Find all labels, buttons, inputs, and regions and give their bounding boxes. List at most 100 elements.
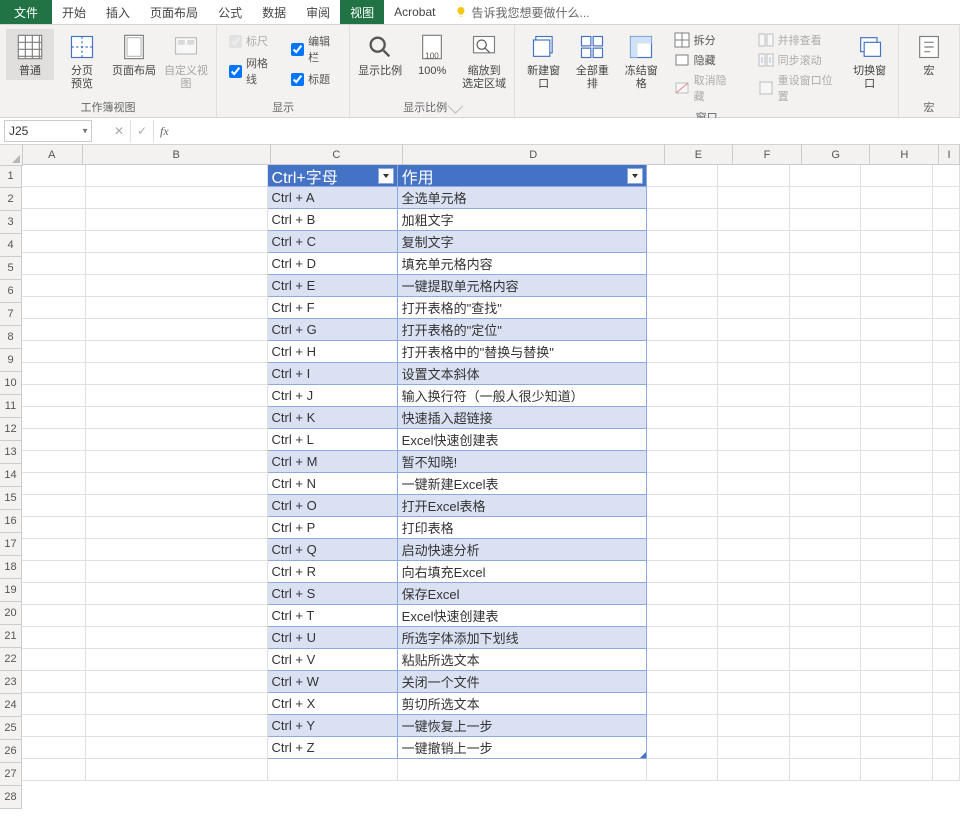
cell-G15[interactable]: [790, 473, 861, 495]
unhide-button[interactable]: 取消隐藏: [672, 71, 735, 105]
new-window-button[interactable]: 新建窗口: [521, 29, 566, 93]
row-header-9[interactable]: 9: [0, 349, 22, 372]
cell-D23[interactable]: 粘贴所选文本: [398, 649, 647, 671]
cell-E27[interactable]: [647, 737, 718, 759]
zoom-selection-button[interactable]: 缩放到 选定区域: [460, 29, 508, 93]
cell-G18[interactable]: [790, 539, 861, 561]
cell-B15[interactable]: [86, 473, 268, 495]
cell-B26[interactable]: [86, 715, 268, 737]
cell-C22[interactable]: Ctrl + U: [268, 627, 398, 649]
cell-A17[interactable]: [22, 517, 86, 539]
cell-H14[interactable]: [861, 451, 932, 473]
cell-I11[interactable]: [933, 385, 960, 407]
cell-H9[interactable]: [861, 341, 932, 363]
cell-H1[interactable]: [861, 165, 932, 187]
cell-A22[interactable]: [22, 627, 86, 649]
cell-I15[interactable]: [933, 473, 960, 495]
cell-F19[interactable]: [718, 561, 789, 583]
cell-I6[interactable]: [933, 275, 960, 297]
row-header-24[interactable]: 24: [0, 694, 22, 717]
row-header-4[interactable]: 4: [0, 234, 22, 257]
cell-I26[interactable]: [933, 715, 960, 737]
cell-B20[interactable]: [86, 583, 268, 605]
cell-G5[interactable]: [790, 253, 861, 275]
cell-C14[interactable]: Ctrl + M: [268, 451, 398, 473]
cell-B4[interactable]: [86, 231, 268, 253]
cell-A4[interactable]: [22, 231, 86, 253]
cell-A21[interactable]: [22, 605, 86, 627]
split-button[interactable]: 拆分: [672, 31, 735, 49]
cell-A6[interactable]: [22, 275, 86, 297]
cell-G25[interactable]: [790, 693, 861, 715]
cell-E3[interactable]: [647, 209, 718, 231]
cell-D20[interactable]: 保存Excel: [398, 583, 647, 605]
cell-A3[interactable]: [22, 209, 86, 231]
view-custom-button[interactable]: 自定义视图: [162, 29, 210, 93]
tab-页面布局[interactable]: 页面布局: [140, 0, 208, 24]
cell-I4[interactable]: [933, 231, 960, 253]
cell-E13[interactable]: [647, 429, 718, 451]
cell-G6[interactable]: [790, 275, 861, 297]
cell-D26[interactable]: 一键恢复上一步: [398, 715, 647, 737]
filter-button[interactable]: [627, 168, 643, 184]
cell-F27[interactable]: [718, 737, 789, 759]
chk-gridlines[interactable]: 网格线: [229, 55, 275, 87]
freeze-panes-button[interactable]: 冻结窗格: [619, 29, 664, 93]
cell-H8[interactable]: [861, 319, 932, 341]
cell-A28[interactable]: [22, 759, 86, 781]
row-header-1[interactable]: 1: [0, 165, 22, 188]
resetpos-button[interactable]: 重设窗口位置: [756, 71, 840, 105]
cell-A12[interactable]: [22, 407, 86, 429]
cell-H7[interactable]: [861, 297, 932, 319]
cell-F23[interactable]: [718, 649, 789, 671]
cell-D17[interactable]: 打印表格: [398, 517, 647, 539]
cell-A19[interactable]: [22, 561, 86, 583]
cell-E18[interactable]: [647, 539, 718, 561]
cell-I21[interactable]: [933, 605, 960, 627]
cell-C18[interactable]: Ctrl + Q: [268, 539, 398, 561]
cell-C16[interactable]: Ctrl + O: [268, 495, 398, 517]
cell-A13[interactable]: [22, 429, 86, 451]
cell-H19[interactable]: [861, 561, 932, 583]
cell-B9[interactable]: [86, 341, 268, 363]
col-header-E[interactable]: E: [665, 145, 734, 165]
cell-I19[interactable]: [933, 561, 960, 583]
row-header-28[interactable]: 28: [0, 786, 22, 809]
cell-F24[interactable]: [718, 671, 789, 693]
cell-C20[interactable]: Ctrl + S: [268, 583, 398, 605]
row-header-20[interactable]: 20: [0, 602, 22, 625]
cell-D2[interactable]: 全选单元格: [398, 187, 647, 209]
cell-F15[interactable]: [718, 473, 789, 495]
cell-C4[interactable]: Ctrl + C: [268, 231, 398, 253]
cell-I1[interactable]: [933, 165, 960, 187]
cell-C2[interactable]: Ctrl + A: [268, 187, 398, 209]
cell-A20[interactable]: [22, 583, 86, 605]
cell-I23[interactable]: [933, 649, 960, 671]
cell-I14[interactable]: [933, 451, 960, 473]
col-header-C[interactable]: C: [271, 145, 403, 165]
cell-F2[interactable]: [718, 187, 789, 209]
confirm-button[interactable]: ✓: [131, 120, 154, 142]
cell-D8[interactable]: 打开表格的"定位": [398, 319, 647, 341]
row-header-11[interactable]: 11: [0, 395, 22, 418]
tell-me[interactable]: 告诉我您想要做什么...: [445, 0, 599, 24]
row-header-3[interactable]: 3: [0, 211, 22, 234]
filter-button[interactable]: [378, 168, 394, 184]
cell-F1[interactable]: [718, 165, 789, 187]
col-header-F[interactable]: F: [733, 145, 802, 165]
cancel-button[interactable]: ✕: [108, 120, 131, 142]
table-resize-handle[interactable]: [640, 752, 646, 758]
arrange-all-button[interactable]: 全部重排: [570, 29, 615, 93]
cell-E5[interactable]: [647, 253, 718, 275]
cell-G23[interactable]: [790, 649, 861, 671]
dialog-launcher-icon[interactable]: [448, 98, 464, 114]
cell-D24[interactable]: 关闭一个文件: [398, 671, 647, 693]
row-header-25[interactable]: 25: [0, 717, 22, 740]
cell-H25[interactable]: [861, 693, 932, 715]
cell-C12[interactable]: Ctrl + K: [268, 407, 398, 429]
row-header-17[interactable]: 17: [0, 533, 22, 556]
cell-I8[interactable]: [933, 319, 960, 341]
cell-E19[interactable]: [647, 561, 718, 583]
cell-G3[interactable]: [790, 209, 861, 231]
cell-E17[interactable]: [647, 517, 718, 539]
